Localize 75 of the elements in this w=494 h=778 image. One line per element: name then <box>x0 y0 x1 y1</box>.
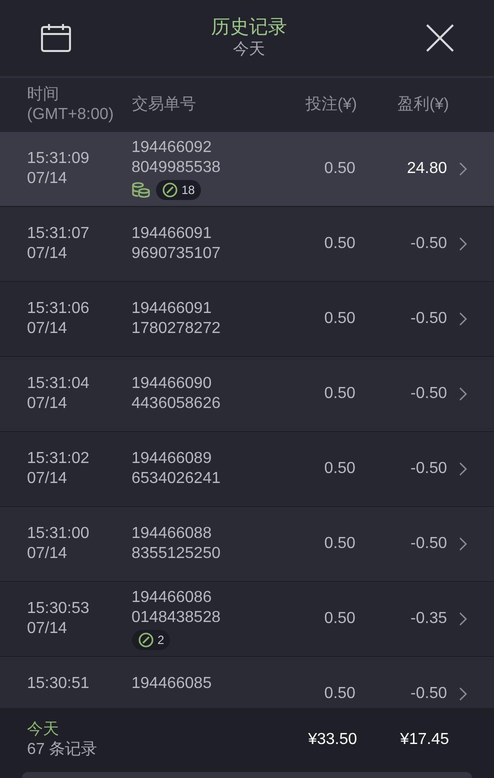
stake-amount: 0.50 <box>323 459 356 479</box>
profit-amount: -0.50 <box>410 534 447 554</box>
record-row[interactable]: 15:31:09 07/14 194466092 8049985538 18 0.50 24.80 <box>0 132 494 207</box>
stake-amount: 0.50 <box>323 684 356 704</box>
date-text: 07/14 <box>27 394 68 414</box>
record-count: 67 条记录 <box>27 740 98 760</box>
chevron-right-icon[interactable] <box>459 612 467 626</box>
column-header: 盈利(¥) <box>396 94 449 115</box>
calendar-icon[interactable] <box>40 23 72 53</box>
stake-amount: 0.50 <box>323 159 356 179</box>
order-number: 8355125250 <box>132 544 222 564</box>
total-profit: ¥17.45 <box>399 730 449 750</box>
coins-icon <box>132 182 150 198</box>
record-row[interactable]: 15:31:07 07/14 194466091 9690735107 0.50 -0.50 <box>0 207 494 282</box>
close-icon[interactable] <box>426 24 454 52</box>
order-number: 1780278272 <box>132 319 222 339</box>
time-text: 15:31:00 <box>27 524 90 544</box>
order-number: 6534026241 <box>132 469 222 489</box>
stake-amount: 0.50 <box>323 309 356 329</box>
order-number: 194466090 <box>132 374 213 394</box>
stake-amount: 0.50 <box>323 534 356 554</box>
time-text: 15:30:53 <box>27 599 90 619</box>
order-number: 8049985538 <box>132 158 222 178</box>
record-row[interactable]: 15:31:04 07/14 194466090 4436058626 0.50 -0.50 <box>0 357 494 432</box>
profit-amount: 24.80 <box>406 159 447 179</box>
profit-amount: -0.50 <box>410 459 447 479</box>
order-number: 194466091 <box>132 224 213 244</box>
record-row[interactable]: 15:31:00 07/14 194466088 8355125250 0.50 -0.50 <box>0 507 494 582</box>
total-stake: ¥33.50 <box>307 730 357 750</box>
order-number: 194466092 <box>132 138 213 158</box>
order-number: 4436058626 <box>132 394 222 414</box>
page-subtitle: 今天 <box>233 40 265 60</box>
chevron-right-icon[interactable] <box>459 162 467 176</box>
date-text: 07/14 <box>27 169 68 189</box>
profit-amount: -0.50 <box>410 384 447 404</box>
column-subheader: (GMT+8:00) <box>27 105 115 125</box>
order-number: 194466086 <box>132 588 213 608</box>
record-row[interactable]: 15:30:51 194466085 0.50 -0.50 <box>0 657 494 708</box>
chevron-right-icon[interactable] <box>459 387 467 401</box>
order-number: 194466089 <box>132 449 213 469</box>
date-text: 07/14 <box>27 319 68 339</box>
profit-amount: -0.35 <box>410 609 447 629</box>
time-text: 15:31:06 <box>27 299 90 319</box>
time-text: 15:31:02 <box>27 449 90 469</box>
stake-amount: 0.50 <box>323 384 356 404</box>
date-text: 07/14 <box>27 244 68 264</box>
chevron-right-icon[interactable] <box>459 462 467 476</box>
chevron-right-icon[interactable] <box>459 537 467 551</box>
chevron-right-icon[interactable] <box>459 312 467 326</box>
time-text: 15:31:07 <box>27 224 90 244</box>
column-header: 投注(¥) <box>304 94 357 115</box>
time-text: 15:30:51 <box>27 674 90 694</box>
date-text: 07/14 <box>27 544 68 564</box>
profit-amount: -0.50 <box>410 309 447 329</box>
order-number: 0148438528 <box>132 608 222 628</box>
date-text: 07/14 <box>27 619 68 639</box>
chevron-right-icon[interactable] <box>459 237 467 251</box>
time-text: 15:31:09 <box>27 149 90 169</box>
stake-amount: 0.50 <box>323 234 356 254</box>
page-title: 历史记录 <box>211 16 287 40</box>
column-header: 交易单号 <box>132 94 197 115</box>
count-text: 18 <box>182 184 195 196</box>
order-number: 194466091 <box>132 299 213 319</box>
stake-amount: 0.50 <box>323 609 356 629</box>
count-text: 2 <box>158 634 164 646</box>
profit-amount: -0.50 <box>410 234 447 254</box>
profit-amount: -0.50 <box>410 684 447 704</box>
date-text: 07/14 <box>27 469 68 489</box>
order-number: 194466085 <box>132 674 213 694</box>
time-text: 15:31:04 <box>27 374 90 394</box>
order-number: 194466088 <box>132 524 213 544</box>
summary-period: 今天 <box>27 720 60 740</box>
order-number: 9690735107 <box>132 244 222 264</box>
chevron-right-icon[interactable] <box>459 687 467 701</box>
column-header: 时间 <box>27 85 60 105</box>
